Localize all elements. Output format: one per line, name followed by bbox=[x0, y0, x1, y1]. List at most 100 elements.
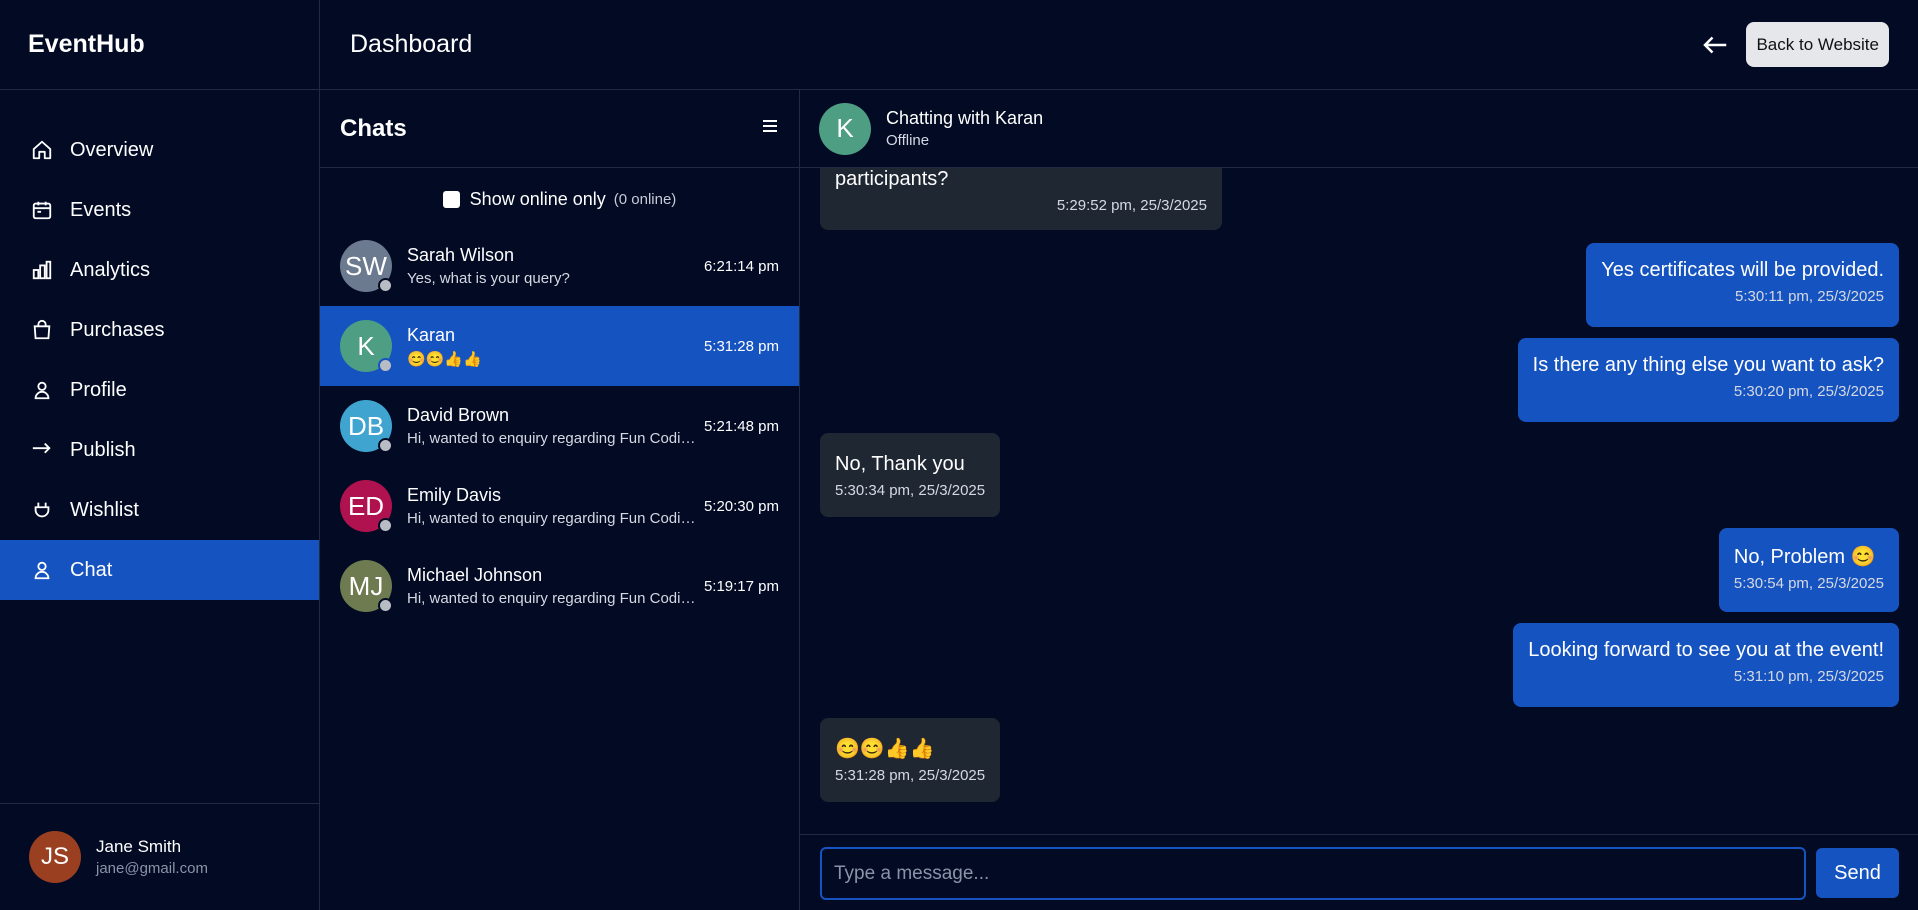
status-dot bbox=[378, 438, 393, 453]
back-to-website-button[interactable]: Back to Website bbox=[1746, 22, 1889, 67]
online-only-checkbox[interactable] bbox=[442, 190, 460, 208]
sidebar-item-publish[interactable]: Publish bbox=[0, 420, 319, 480]
chat-name: Emily Davis bbox=[407, 485, 502, 505]
message-outgoing: No, Problem 😊 5:30:54 pm, 25/3/2025 bbox=[1718, 528, 1899, 612]
sidebar-item-chat[interactable]: Chat bbox=[0, 540, 319, 600]
message-text: Yes certificates will be provided. bbox=[1601, 259, 1884, 281]
arrow-left-icon[interactable] bbox=[1700, 30, 1730, 60]
avatar: ED bbox=[340, 480, 393, 533]
sidebar-item-label: Purchases bbox=[70, 318, 165, 341]
sidebar-item-wishlist[interactable]: Wishlist bbox=[0, 480, 319, 540]
conversation-status: Offline bbox=[886, 132, 930, 149]
message-composer: Send bbox=[800, 834, 1918, 910]
message-outgoing: Looking forward to see you at the event!… bbox=[1513, 623, 1899, 707]
sidebar-item-purchases[interactable]: Purchases bbox=[0, 300, 319, 360]
message-incoming: No, Thank you 5:30:34 pm, 25/3/2025 bbox=[820, 433, 1001, 517]
sidebar-item-label: Chat bbox=[70, 558, 113, 581]
conversation-title: Chatting with Karan bbox=[886, 108, 1044, 128]
chat-name: Sarah Wilson bbox=[407, 245, 515, 265]
avatar: SW bbox=[340, 240, 393, 293]
message-time: 5:31:10 pm, 25/3/2025 bbox=[1733, 668, 1884, 685]
message-text: Looking forward to see you at the event! bbox=[1528, 639, 1884, 661]
message-time: 5:31:28 pm, 25/3/2025 bbox=[835, 767, 986, 784]
page-title: Dashboard bbox=[350, 30, 473, 58]
message-time: 5:30:11 pm, 25/3/2025 bbox=[1734, 288, 1884, 305]
user-icon bbox=[30, 378, 54, 402]
message-list[interactable]: participants? 5:29:52 pm, 25/3/2025 Yes … bbox=[800, 168, 1918, 835]
avatar: K bbox=[819, 102, 871, 155]
shopping-bag-icon bbox=[30, 318, 54, 342]
user-name: Jane Smith bbox=[96, 837, 182, 856]
message-outgoing: Yes certificates will be provided. 5:30:… bbox=[1586, 243, 1899, 327]
chats-header: Chats bbox=[320, 90, 799, 168]
chat-preview: 😊😊👍👍 bbox=[407, 350, 482, 368]
bar-chart-icon bbox=[30, 258, 54, 282]
message-text: 😊😊👍👍 bbox=[835, 738, 935, 760]
sidebar-item-label: Wishlist bbox=[70, 498, 139, 521]
avatar: K bbox=[340, 320, 393, 373]
message-time: 5:29:52 pm, 25/3/2025 bbox=[1056, 197, 1207, 214]
chat-name: Karan bbox=[407, 324, 456, 345]
sidebar-item-label: Events bbox=[70, 198, 132, 221]
home-icon bbox=[30, 138, 54, 162]
heart-icon bbox=[30, 498, 54, 522]
online-filter: Show online only (0 online) bbox=[320, 168, 799, 226]
user-email: jane@gmail.com bbox=[96, 860, 208, 877]
calendar-icon bbox=[30, 198, 54, 222]
chat-time: 6:21:14 pm bbox=[703, 257, 779, 275]
chat-list-item[interactable]: SW Sarah Wilson Yes, what is your query? … bbox=[320, 226, 799, 306]
current-user[interactable]: JS Jane Smith jane@gmail.com bbox=[0, 803, 320, 910]
online-count: (0 online) bbox=[613, 190, 677, 208]
message-text: No, Thank you bbox=[835, 453, 965, 475]
chat-list-item[interactable]: ED Emily Davis Hi, wanted to enquiry rega… bbox=[320, 466, 799, 546]
sidebar-item-events[interactable]: Events bbox=[0, 180, 319, 240]
sidebar-item-label: Analytics bbox=[70, 258, 151, 281]
message-input[interactable] bbox=[820, 847, 1806, 900]
chat-preview: Yes, what is your query? bbox=[407, 270, 570, 287]
chats-panel: Chats Show online only (0 online) SW Sar… bbox=[320, 90, 800, 910]
sidebar-item-analytics[interactable]: Analytics bbox=[0, 240, 319, 300]
chat-preview: Hi, wanted to enquiry regarding Fun Codi… bbox=[407, 430, 697, 447]
chat-list-item[interactable]: K Karan 😊😊👍👍 5:31:28 pm bbox=[320, 306, 799, 386]
chat-time: 5:20:30 pm bbox=[703, 497, 779, 515]
chat-preview: Hi, wanted to enquiry regarding Fun Codi… bbox=[407, 590, 697, 607]
arrow-right-icon bbox=[30, 438, 54, 462]
user-icon bbox=[30, 558, 54, 582]
sidebar-item-label: Publish bbox=[70, 438, 136, 461]
sidebar-nav: Overview Events Analytics Purchases Prof… bbox=[0, 90, 319, 600]
brand-logo[interactable]: EventHub bbox=[0, 0, 319, 90]
message-outgoing: Is there any thing else you want to ask?… bbox=[1517, 338, 1899, 422]
conversation-panel: K Chatting with Karan Offline participan… bbox=[800, 90, 1918, 910]
chat-name: Michael Johnson bbox=[407, 565, 543, 585]
sidebar-item-profile[interactable]: Profile bbox=[0, 360, 319, 420]
chat-time: 5:31:28 pm bbox=[703, 337, 779, 355]
avatar: DB bbox=[340, 400, 393, 453]
avatar: JS bbox=[29, 831, 81, 883]
chat-time: 5:21:48 pm bbox=[703, 417, 779, 435]
chat-list-item[interactable]: MJ Michael Johnson Hi, wanted to enquiry … bbox=[320, 546, 799, 626]
menu-icon[interactable] bbox=[761, 117, 779, 140]
message-text: participants? bbox=[835, 168, 949, 190]
sidebar-item-label: Profile bbox=[70, 378, 127, 401]
status-dot bbox=[378, 278, 393, 293]
chat-time: 5:19:17 pm bbox=[703, 577, 779, 595]
message-text: Is there any thing else you want to ask? bbox=[1532, 354, 1884, 376]
chat-list-item[interactable]: DB David Brown Hi, wanted to enquiry rega… bbox=[320, 386, 799, 466]
chat-name: David Brown bbox=[407, 405, 510, 425]
message-time: 5:30:54 pm, 25/3/2025 bbox=[1733, 575, 1884, 592]
sidebar: EventHub Overview Events Analytics Purch… bbox=[0, 0, 320, 910]
chats-title: Chats bbox=[340, 114, 407, 142]
top-bar: Dashboard Back to Website bbox=[320, 0, 1918, 90]
status-dot bbox=[378, 358, 393, 373]
send-button[interactable]: Send bbox=[1816, 848, 1899, 898]
status-dot bbox=[378, 598, 393, 613]
online-only-label[interactable]: Show online only bbox=[470, 189, 606, 210]
message-time: 5:30:20 pm, 25/3/2025 bbox=[1733, 383, 1884, 400]
sidebar-item-label: Overview bbox=[70, 138, 154, 161]
message-time: 5:30:34 pm, 25/3/2025 bbox=[835, 482, 986, 499]
message-incoming: participants? 5:29:52 pm, 25/3/2025 bbox=[820, 168, 1222, 230]
message-incoming: 😊😊👍👍 5:31:28 pm, 25/3/2025 bbox=[820, 718, 1001, 802]
message-text: No, Problem 😊 bbox=[1733, 546, 1876, 568]
sidebar-item-overview[interactable]: Overview bbox=[0, 120, 319, 180]
status-dot bbox=[378, 518, 393, 533]
